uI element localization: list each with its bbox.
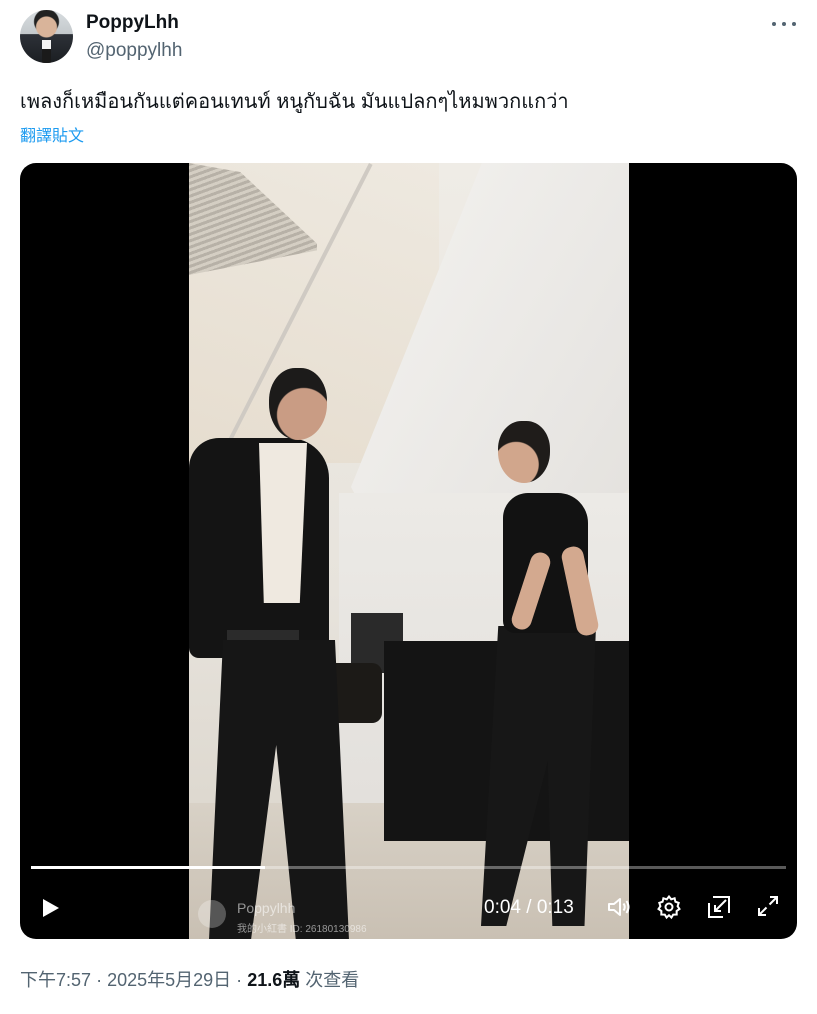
video-time: 0:04 / 0:13 (484, 897, 574, 919)
current-time: 0:04 (484, 897, 521, 918)
watermark-logo (198, 900, 226, 928)
person-in-black-tee (451, 421, 629, 939)
video-progress-fill (31, 866, 266, 869)
black-trousers (481, 626, 596, 926)
post-text: เพลงก็เหมือนกันแต่คอนเทนท์ หนูกับฉัน มัน… (20, 91, 569, 113)
author-name[interactable]: PoppyLhh (86, 12, 179, 34)
head (269, 368, 327, 440)
more-dot (782, 22, 786, 26)
post-meta: 下午7:57 · 2025年5月29日 · 21.6萬 次查看 (20, 966, 359, 992)
watermark-id: 我的小紅書 ID: 26180130986 (237, 924, 367, 935)
video-progress-bar[interactable] (31, 866, 786, 869)
more-options-icon[interactable] (772, 14, 796, 34)
author-handle[interactable]: @poppylhh (86, 40, 182, 62)
suit-trousers (209, 640, 349, 939)
view-count: 21.6萬 (247, 970, 301, 990)
translate-post-link[interactable]: 翻譯貼文 (20, 122, 84, 146)
white-shirt (259, 443, 307, 603)
person-in-suit (189, 368, 359, 939)
more-dot (792, 22, 796, 26)
head (498, 421, 550, 483)
volume-icon[interactable] (606, 894, 632, 920)
post-date[interactable]: 2025年5月29日 (107, 970, 231, 990)
gear-icon[interactable] (656, 894, 682, 920)
post-time[interactable]: 下午7:57 (20, 970, 91, 990)
meta-separator: · (236, 970, 243, 990)
duration: 0:13 (536, 897, 574, 918)
meta-separator: · (96, 970, 103, 990)
play-icon[interactable] (38, 896, 62, 920)
picture-in-picture-icon[interactable] (706, 894, 732, 920)
video-frame (189, 163, 629, 939)
more-dot (772, 22, 776, 26)
author-avatar[interactable] (20, 10, 73, 63)
watermark-name: Poppylhh (237, 900, 296, 916)
video-player[interactable]: Poppylhh 我的小紅書 ID: 26180130986 0:04 / 0:… (20, 163, 797, 939)
view-count-label: 次查看 (305, 970, 360, 990)
fullscreen-icon[interactable] (756, 894, 780, 918)
time-separator: / (526, 897, 532, 918)
suit-jacket (189, 438, 329, 658)
